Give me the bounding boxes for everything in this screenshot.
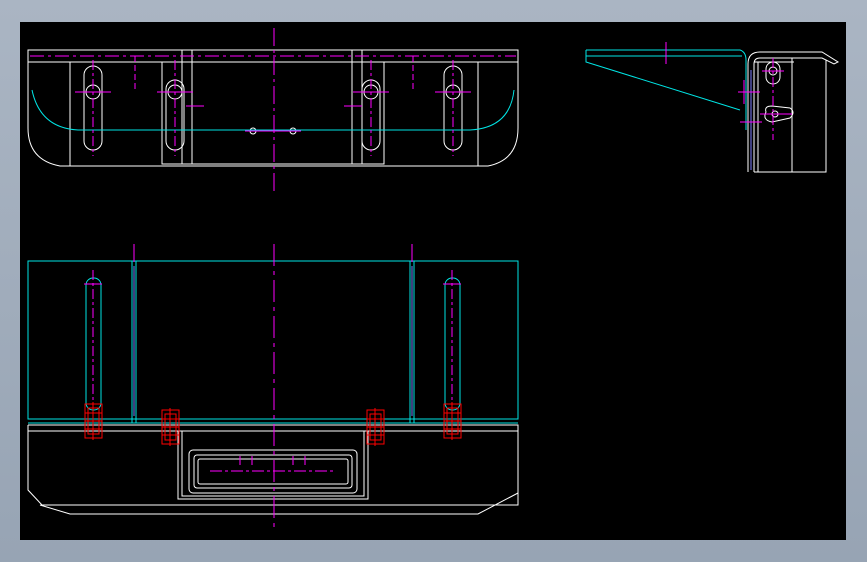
bolt-group [84, 402, 462, 446]
top-view-centerlines [30, 28, 516, 192]
bolt-assembly [443, 402, 462, 440]
top-view-edges [31, 89, 515, 131]
front-view-panel [27, 260, 519, 424]
side-view-outline [747, 51, 840, 173]
side-view-centerlines [665, 42, 792, 140]
front-view [27, 244, 519, 532]
bolt-assembly [366, 408, 385, 446]
front-view-centerlines [84, 244, 461, 532]
cad-viewport[interactable] [20, 22, 846, 540]
bolt-assembly [161, 408, 180, 446]
bolt-assembly [84, 402, 103, 440]
side-view [585, 42, 840, 173]
technical-drawing [27, 28, 840, 532]
top-view-outline [27, 49, 519, 167]
top-view [27, 28, 519, 192]
front-view-hidden [133, 266, 413, 416]
